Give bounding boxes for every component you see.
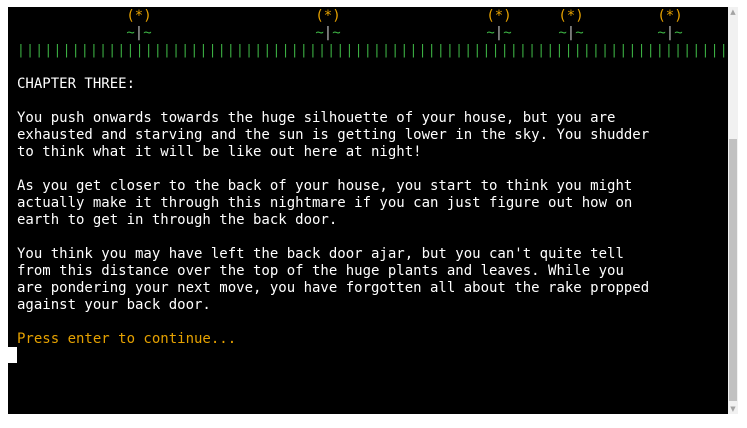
- story-line: You think you may have left the back doo…: [17, 246, 624, 262]
- flower-head: (*): [558, 8, 584, 24]
- grass-line: ||||||||||||||||||||||||||||||||||||||||…: [17, 43, 728, 58]
- flower-stem: ~|~: [657, 25, 683, 41]
- story-line: from this distance over the top of the h…: [17, 263, 624, 279]
- story-line: against your back door.: [17, 297, 211, 313]
- scrollbar[interactable]: ▲ ▼: [728, 7, 738, 414]
- continue-prompt: Press enter to continue...: [17, 331, 237, 347]
- story-line: You push onwards towards the huge silhou…: [17, 110, 616, 126]
- flower-head: (*): [315, 8, 341, 24]
- scrollbar-thumb[interactable]: [729, 139, 737, 401]
- scroll-up-icon[interactable]: ▲: [728, 7, 738, 17]
- story-line: As you get closer to the back of your ho…: [17, 178, 633, 194]
- flower-stem: ~|~: [315, 25, 341, 41]
- flower-stem: ~|~: [486, 25, 512, 41]
- story-line: earth to get in through the back door.: [17, 212, 338, 228]
- flower-head: (*): [486, 8, 512, 24]
- chapter-title: CHAPTER THREE:: [17, 76, 136, 92]
- flower-head: (*): [126, 8, 152, 24]
- flower-stem: ~|~: [558, 25, 584, 41]
- scroll-down-icon[interactable]: ▼: [728, 404, 738, 414]
- story-line: to think what it will be like out here a…: [17, 144, 422, 160]
- text-cursor[interactable]: [8, 347, 17, 363]
- terminal-screen[interactable]: (*) ~|~ (*) ~|~ (*) ~|~ (*) ~|~ (*) ~|~ …: [8, 7, 728, 414]
- story-line: exhausted and starving and the sun is ge…: [17, 127, 650, 143]
- flower-head: (*): [657, 8, 683, 24]
- flower-stem: ~|~: [126, 25, 152, 41]
- story-line: actually make it through this nightmare …: [17, 195, 633, 211]
- story-line: are pondering your next move, you have f…: [17, 280, 650, 296]
